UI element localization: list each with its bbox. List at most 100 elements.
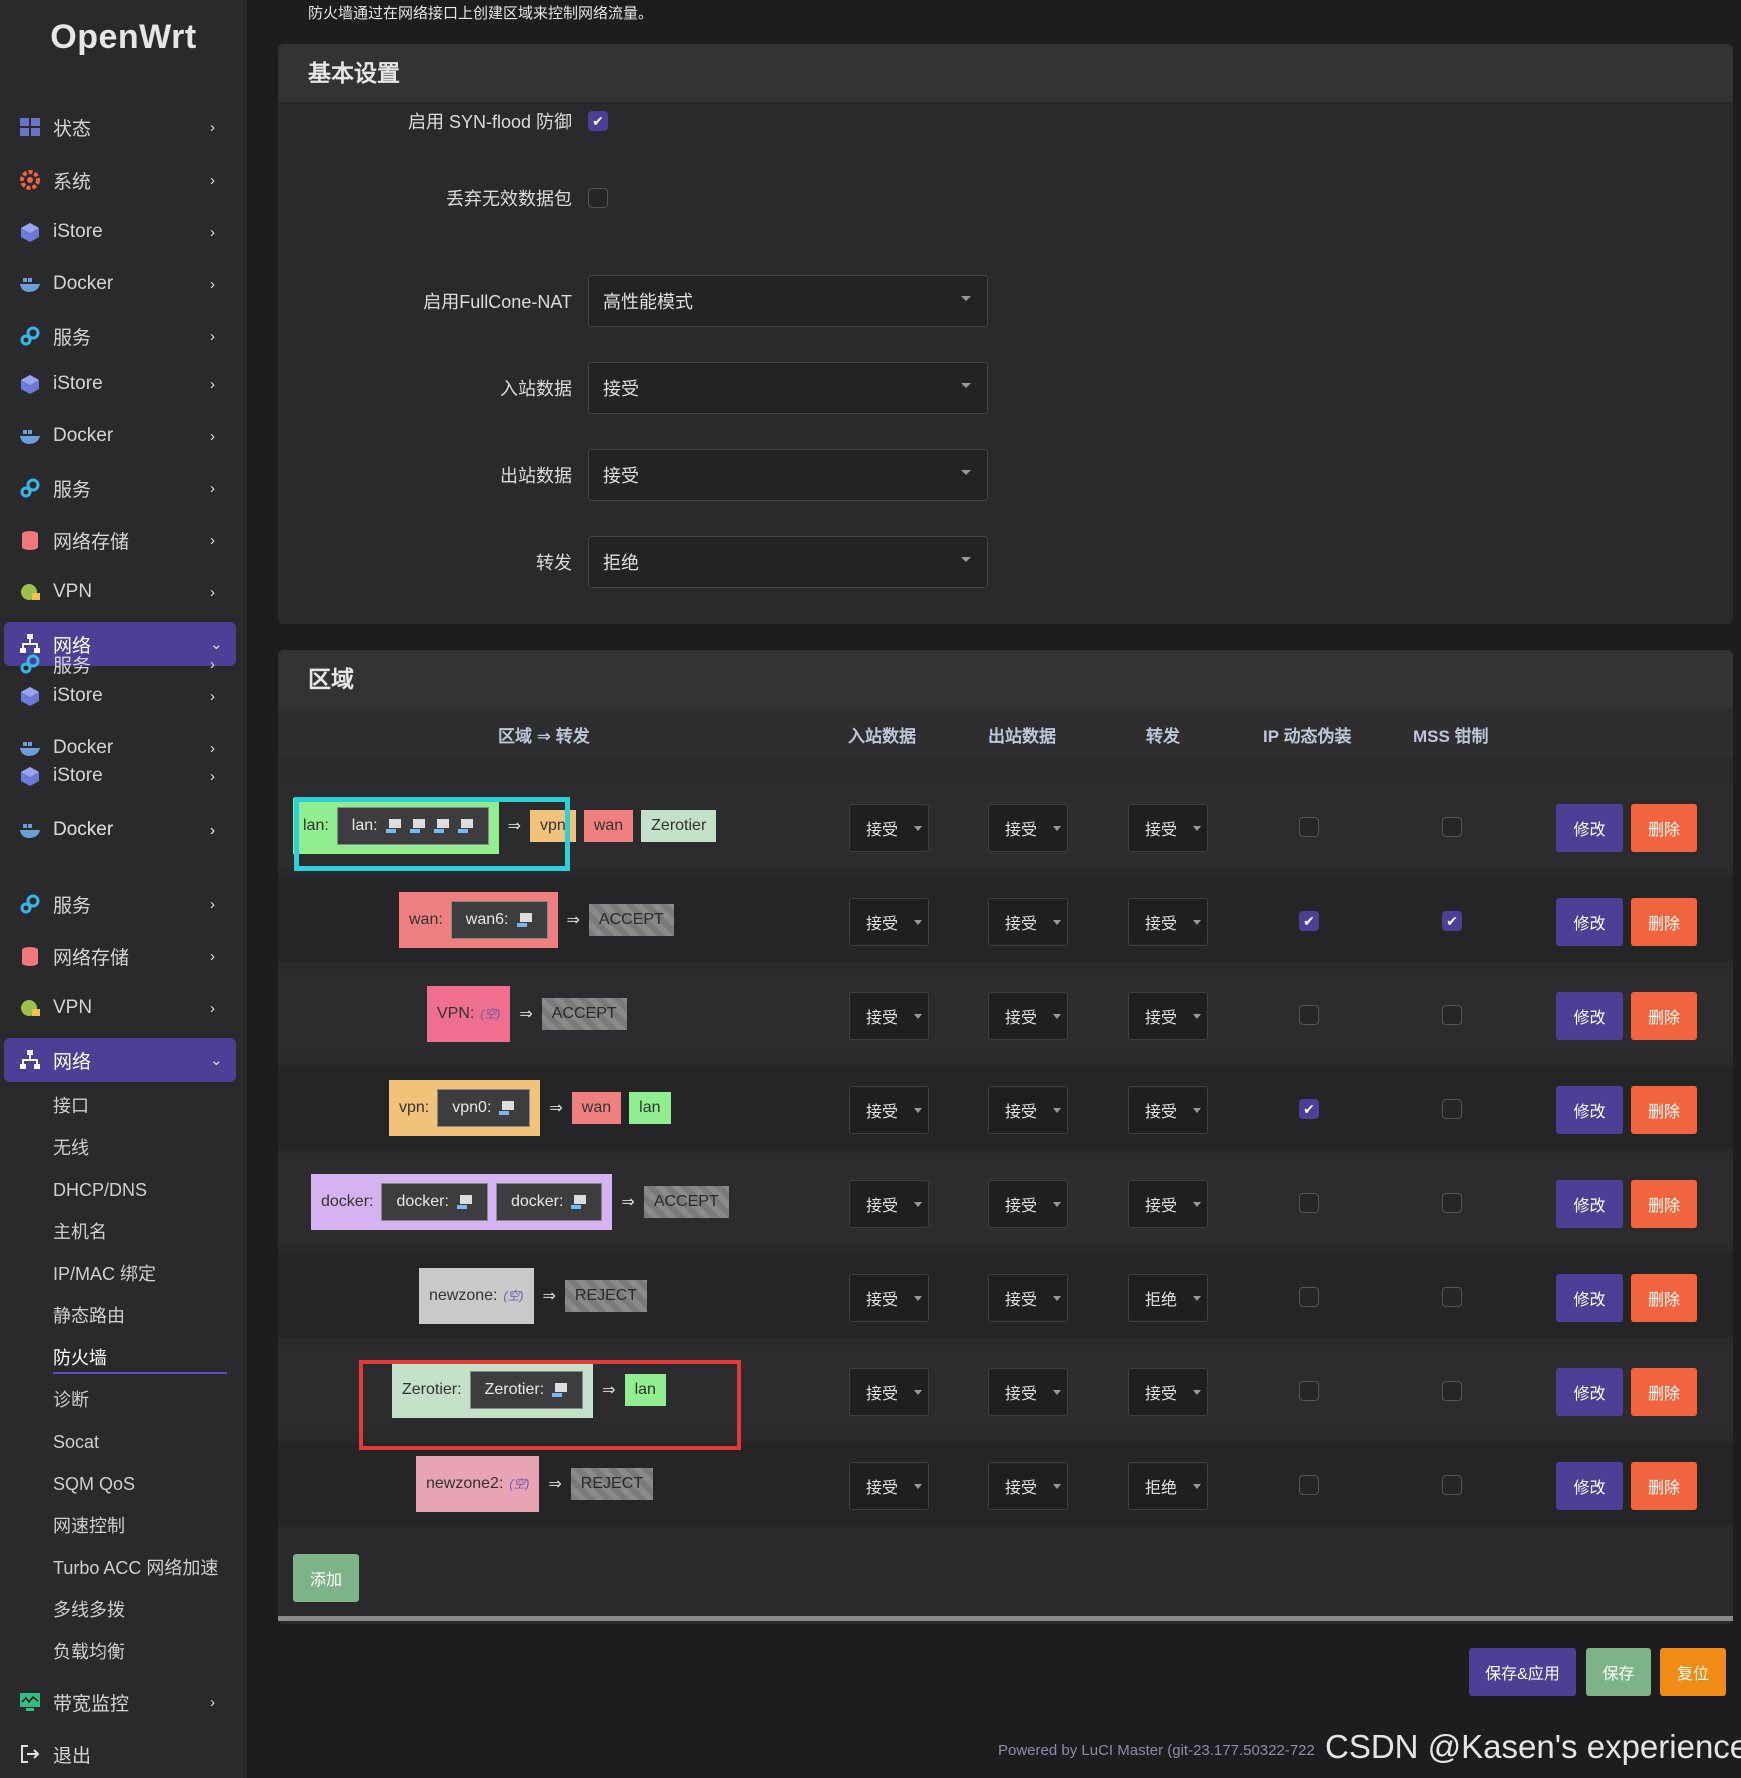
masquerade-checkbox[interactable] — [1299, 1287, 1319, 1307]
forward-policy-select[interactable]: 接受 — [1128, 1180, 1208, 1228]
sidebar-item-8[interactable]: 服务 › — [4, 466, 236, 510]
mss-clamping-checkbox[interactable] — [1442, 1287, 1462, 1307]
forward-policy-select[interactable]: 接受 — [1128, 992, 1208, 1040]
input-policy-select[interactable]: 接受 — [849, 1462, 929, 1510]
sidebar-item-20[interactable]: VPN › — [4, 986, 236, 1030]
sidebar-item-18[interactable]: 服务 › — [4, 882, 236, 926]
input-policy-select[interactable]: 接受 — [849, 898, 929, 946]
edit-zone-button[interactable]: 修改 — [1556, 1180, 1623, 1228]
sidebar-item-15[interactable]: iStore › — [4, 754, 236, 798]
output-policy-select[interactable]: 接受 — [988, 898, 1068, 946]
network-subitem-4[interactable]: 主机名 — [53, 1220, 107, 1244]
output-policy-select[interactable]: 接受 — [988, 992, 1068, 1040]
edit-zone-button[interactable]: 修改 — [1556, 992, 1623, 1040]
sidebar-item-7[interactable]: Docker › — [4, 414, 236, 458]
output-policy-select[interactable]: 接受 — [988, 1368, 1068, 1416]
mss-clamping-checkbox[interactable] — [1442, 1475, 1462, 1495]
sidebar-item-5[interactable]: 服务 › — [4, 314, 236, 358]
forward-policy-select[interactable]: 接受 — [1128, 1086, 1208, 1134]
input-policy-select[interactable]: 接受 — [588, 362, 988, 414]
input-policy-select[interactable]: 接受 — [849, 992, 929, 1040]
network-subitem-14[interactable]: 负载均衡 — [53, 1640, 125, 1664]
forward-policy-select[interactable]: 拒绝 — [1128, 1462, 1208, 1510]
delete-zone-button[interactable]: 删除 — [1631, 898, 1697, 946]
sidebar-bottom-item-2[interactable]: 退出 — [4, 1732, 236, 1776]
input-policy-select[interactable]: 接受 — [849, 1086, 929, 1134]
network-subitem-10[interactable]: SQM QoS — [53, 1472, 135, 1496]
edit-zone-button[interactable]: 修改 — [1556, 804, 1623, 852]
forward-policy-select[interactable]: 接受 — [1128, 898, 1208, 946]
input-policy-select[interactable]: 接受 — [849, 1368, 929, 1416]
network-subitem-3[interactable]: DHCP/DNS — [53, 1178, 147, 1202]
masquerade-checkbox[interactable] — [1299, 1381, 1319, 1401]
sidebar-item-19[interactable]: 网络存储 › — [4, 934, 236, 978]
sidebar-item-6[interactable]: iStore › — [4, 362, 236, 406]
output-policy-select[interactable]: 接受 — [588, 449, 988, 501]
masquerade-checkbox[interactable]: ✔ — [1299, 1099, 1319, 1119]
output-policy-select[interactable]: 接受 — [988, 1462, 1068, 1510]
delete-zone-button[interactable]: 删除 — [1631, 1086, 1697, 1134]
network-subitem-11[interactable]: 网速控制 — [53, 1514, 125, 1538]
sidebar-item-2[interactable]: 系统 › — [4, 158, 236, 202]
sidebar-bottom-item-1[interactable]: 带宽监控 › — [4, 1680, 236, 1724]
reset-button[interactable]: 复位 — [1660, 1648, 1726, 1696]
save-apply-button[interactable]: 保存&应用 — [1469, 1648, 1576, 1696]
delete-zone-button[interactable]: 删除 — [1631, 804, 1697, 852]
network-subitem-13[interactable]: 多线多拨 — [53, 1598, 125, 1622]
masquerade-checkbox[interactable] — [1299, 1475, 1319, 1495]
delete-zone-button[interactable]: 删除 — [1631, 1180, 1697, 1228]
delete-zone-button[interactable]: 删除 — [1631, 992, 1697, 1040]
mss-clamping-checkbox[interactable] — [1442, 1381, 1462, 1401]
output-policy-select[interactable]: 接受 — [988, 804, 1068, 852]
network-subitem-5[interactable]: IP/MAC 绑定 — [53, 1262, 156, 1286]
mss-clamping-checkbox[interactable] — [1442, 1005, 1462, 1025]
sidebar-item-13[interactable]: iStore › — [4, 674, 236, 718]
edit-zone-button[interactable]: 修改 — [1556, 1462, 1623, 1510]
delete-zone-button[interactable]: 删除 — [1631, 1462, 1697, 1510]
save-button[interactable]: 保存 — [1586, 1648, 1651, 1696]
forward-policy-select[interactable]: 接受 — [1128, 804, 1208, 852]
masquerade-checkbox[interactable] — [1299, 817, 1319, 837]
sidebar-item-9[interactable]: 网络存储 › — [4, 518, 236, 562]
drop-invalid-checkbox[interactable] — [588, 188, 608, 208]
output-policy-select[interactable]: 接受 — [988, 1274, 1068, 1322]
network-subitem-6[interactable]: 静态路由 — [53, 1304, 125, 1328]
sidebar-item-21[interactable]: 网络 ⌄ — [4, 1038, 236, 1082]
output-policy-select[interactable]: 接受 — [988, 1180, 1068, 1228]
edit-zone-button[interactable]: 修改 — [1556, 1274, 1623, 1322]
sidebar-item-4[interactable]: Docker › — [4, 262, 236, 306]
sidebar-item-10[interactable]: VPN › — [4, 570, 236, 614]
input-policy-select[interactable]: 接受 — [849, 1180, 929, 1228]
edit-zone-button[interactable]: 修改 — [1556, 1368, 1623, 1416]
forward-target-badge: Zerotier — [641, 809, 717, 842]
network-subitem-1[interactable]: 接口 — [53, 1094, 89, 1118]
edit-zone-button[interactable]: 修改 — [1556, 1086, 1623, 1134]
add-zone-button[interactable]: 添加 — [293, 1554, 359, 1602]
mss-clamping-checkbox[interactable] — [1442, 1193, 1462, 1213]
edit-zone-button[interactable]: 修改 — [1556, 898, 1623, 946]
masquerade-checkbox[interactable] — [1299, 1005, 1319, 1025]
network-subitem-8[interactable]: 诊断 — [53, 1388, 89, 1412]
input-policy-select[interactable]: 接受 — [849, 804, 929, 852]
mss-clamping-checkbox[interactable]: ✔ — [1442, 911, 1462, 931]
network-subitem-9[interactable]: Socat — [53, 1430, 99, 1454]
masquerade-checkbox[interactable]: ✔ — [1299, 911, 1319, 931]
network-subitem-12[interactable]: Turbo ACC 网络加速 — [53, 1556, 218, 1580]
masquerade-checkbox[interactable] — [1299, 1193, 1319, 1213]
input-policy-select[interactable]: 接受 — [849, 1274, 929, 1322]
network-subitem-2[interactable]: 无线 — [53, 1136, 89, 1160]
output-policy-select[interactable]: 接受 — [988, 1086, 1068, 1134]
forward-policy-select[interactable]: 接受 — [1128, 1368, 1208, 1416]
sidebar-item-1[interactable]: 状态 › — [4, 105, 236, 149]
delete-zone-button[interactable]: 删除 — [1631, 1274, 1697, 1322]
network-subitem-7[interactable]: 防火墙 — [53, 1346, 227, 1374]
forward-policy-select[interactable]: 拒绝 — [1128, 1274, 1208, 1322]
mss-clamping-checkbox[interactable] — [1442, 1099, 1462, 1119]
forward-policy-select[interactable]: 拒绝 — [588, 536, 988, 588]
mss-clamping-checkbox[interactable] — [1442, 817, 1462, 837]
delete-zone-button[interactable]: 删除 — [1631, 1368, 1697, 1416]
fullcone-select[interactable]: 高性能模式 — [588, 275, 988, 327]
sidebar-item-3[interactable]: iStore › — [4, 210, 236, 254]
openwrt-logo[interactable]: OpenWrt — [0, 18, 247, 57]
syn-flood-checkbox[interactable]: ✔ — [588, 111, 608, 131]
